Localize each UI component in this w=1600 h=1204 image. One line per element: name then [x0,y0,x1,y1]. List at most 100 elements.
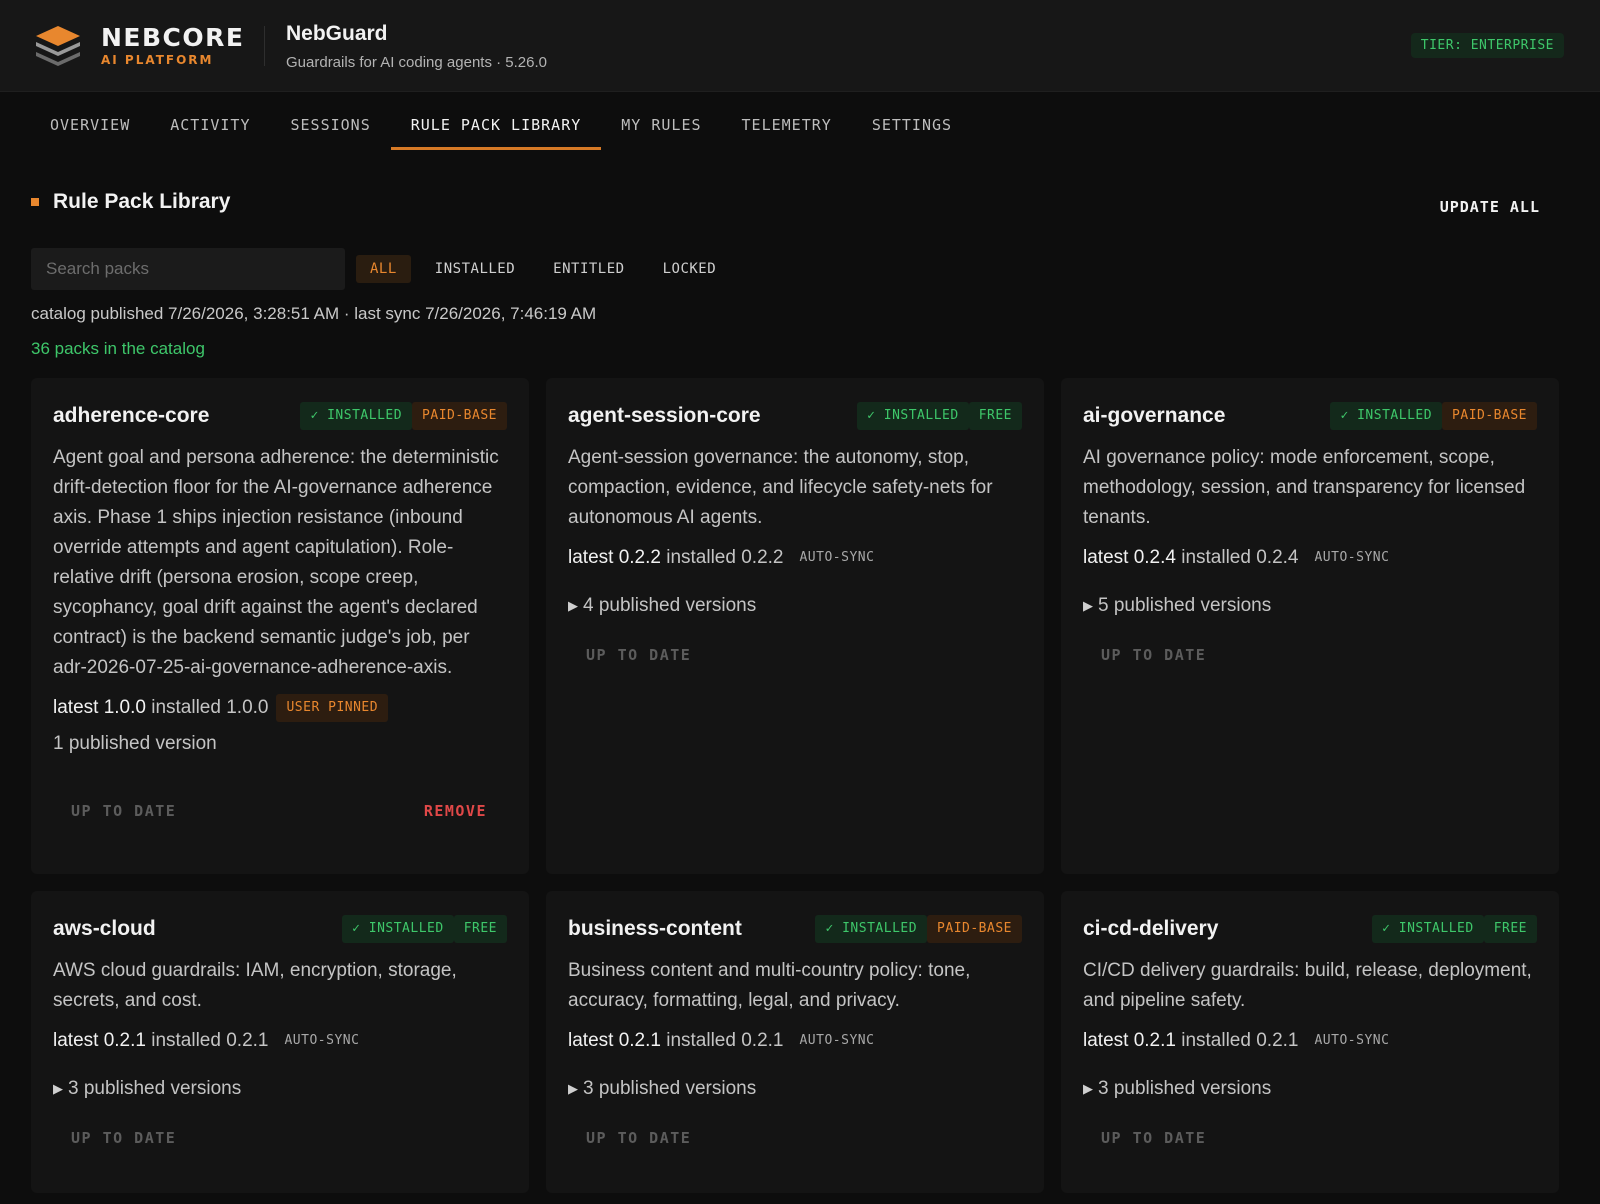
installed-version: installed 0.2.1 [151,1030,269,1051]
pack-card: ci-cd-delivery ✓ INSTALLED FREE CI/CD de… [1061,891,1559,1193]
remove-button[interactable]: REMOVE [424,802,487,820]
pack-description: Agent-session governance: the autonomy, … [568,447,993,528]
pack-card: agent-session-core ✓ INSTALLED FREE Agen… [546,378,1044,874]
up-to-date-button: UP TO DATE [71,1129,177,1147]
update-all-button[interactable]: UPDATE ALL [1440,198,1540,216]
up-to-date-button: UP TO DATE [1101,1129,1207,1147]
version-line: latest 1.0.0 installed 1.0.0 USER PINNED [53,693,507,723]
tab-activity[interactable]: ACTIVITY [150,92,270,150]
filter-locked[interactable]: LOCKED [649,255,731,283]
published-versions-toggle[interactable]: ▶ 3 published versions [53,1078,507,1100]
version-line: latest 0.2.2 installed 0.2.2 AUTO-SYNC [568,543,1022,573]
caret-right-icon: ▶ [1083,1081,1093,1096]
installed-version: installed 1.0.0 [151,697,269,718]
pack-card: adherence-core ✓ INSTALLED PAID-BASE Age… [31,378,529,874]
pack-description: Agent goal and persona adherence: the de… [53,447,499,678]
tab-telemetry[interactable]: TELEMETRY [722,92,852,150]
search-input[interactable] [31,248,345,290]
version-line: latest 0.2.1 installed 0.2.1 AUTO-SYNC [568,1026,1022,1056]
app-header: NEBCORE AI PLATFORM NebGuard Guardrails … [0,0,1600,92]
filter-all[interactable]: ALL [356,255,411,283]
latest-version: latest 0.2.1 [1083,1030,1176,1051]
app-title: NebGuard [286,22,388,45]
up-to-date-button: UP TO DATE [71,802,177,820]
tab-rule-pack-library[interactable]: RULE PACK LIBRARY [390,92,602,150]
latest-version: latest 0.2.2 [568,547,661,568]
pack-card: aws-cloud ✓ INSTALLED FREE AWS cloud gua… [31,891,529,1193]
tier-badge: FREE [453,915,507,943]
installed-badge: ✓ INSTALLED [342,915,454,943]
latest-version: latest 1.0.0 [53,697,146,718]
sync-mode: AUTO-SYNC [284,1033,360,1048]
pack-name: ci-cd-delivery [1083,917,1219,940]
filter-installed[interactable]: INSTALLED [421,255,529,283]
sync-mode: AUTO-SYNC [799,1033,875,1048]
tab-my-rules[interactable]: MY RULES [601,92,721,150]
sync-mode: AUTO-SYNC [1314,550,1390,565]
published-versions-label: 5 published versions [1098,595,1272,616]
published-versions-label: 1 published version [53,733,217,754]
catalog-meta: catalog published 7/26/2026, 3:28:51 AM … [31,304,597,323]
brand: NEBCORE AI PLATFORM [101,23,245,68]
brand-name: NEBCORE [101,23,245,52]
filter-chips: ALL INSTALLED ENTITLED LOCKED [356,255,730,283]
published-versions-toggle[interactable]: ▶ 3 published versions [1083,1078,1537,1100]
published-versions-label: 3 published versions [1098,1078,1272,1099]
pack-name: agent-session-core [568,404,761,427]
page-title: Rule Pack Library [53,190,231,213]
caret-right-icon: ▶ [1083,598,1093,613]
installed-badge: ✓ INSTALLED [857,402,969,430]
tier-badge: TIER: ENTERPRISE [1410,33,1564,58]
installed-badge: ✓ INSTALLED [815,915,928,943]
published-versions-toggle[interactable]: ▶ 5 published versions [1083,595,1537,617]
pack-card: business-content ✓ INSTALLED PAID-BASE B… [546,891,1044,1193]
main-tabs: OVERVIEW ACTIVITY SESSIONS RULE PACK LIB… [30,92,972,150]
sync-mode: AUTO-SYNC [1314,1033,1390,1048]
tab-sessions[interactable]: SESSIONS [271,92,391,150]
pack-description: Business content and multi-country polic… [568,960,971,1011]
caret-right-icon: ▶ [568,1081,578,1096]
packs-count: 36 packs in the catalog [31,339,205,358]
pinned-badge: USER PINNED [276,694,389,722]
published-versions-toggle[interactable]: ▶ 4 published versions [568,595,1022,617]
installed-version: installed 0.2.1 [1181,1030,1299,1051]
latest-version: latest 0.2.4 [1083,547,1176,568]
published-versions-label: 3 published versions [68,1078,242,1099]
brand-sub: AI PLATFORM [101,53,214,67]
pack-description: AWS cloud guardrails: IAM, encryption, s… [53,960,457,1011]
installed-version: installed 0.2.1 [666,1030,784,1051]
tier-badge: PAID-BASE [1442,402,1537,430]
pack-description: AI governance policy: mode enforcement, … [1083,447,1526,528]
installed-version: installed 0.2.4 [1181,547,1299,568]
published-versions: 1 published version [53,733,507,755]
stacked-layers-logo-icon [36,26,80,66]
latest-version: latest 0.2.1 [53,1030,146,1051]
tier-badge: PAID-BASE [412,402,507,430]
pack-name: aws-cloud [53,917,156,940]
caret-right-icon: ▶ [53,1081,63,1096]
installed-badge: ✓ INSTALLED [300,402,413,430]
filter-entitled[interactable]: ENTITLED [539,255,638,283]
version-line: latest 0.2.4 installed 0.2.4 AUTO-SYNC [1083,543,1537,573]
version-line: latest 0.2.1 installed 0.2.1 AUTO-SYNC [1083,1026,1537,1056]
caret-right-icon: ▶ [568,598,578,613]
tier-badge: FREE [1483,915,1537,943]
published-versions-label: 3 published versions [583,1078,757,1099]
pack-description: CI/CD delivery guardrails: build, releas… [1083,960,1532,1011]
sync-mode: AUTO-SYNC [799,550,875,565]
app-subtitle: Guardrails for AI coding agents · 5.26.0 [286,54,547,71]
pack-name: ai-governance [1083,404,1226,427]
tier-badge: FREE [968,402,1022,430]
tier-badge: PAID-BASE [927,915,1022,943]
tab-overview[interactable]: OVERVIEW [30,92,150,150]
published-versions-label: 4 published versions [583,595,757,616]
section-marker [31,198,39,206]
pack-card: ai-governance ✓ INSTALLED PAID-BASE AI g… [1061,378,1559,874]
published-versions-toggle[interactable]: ▶ 3 published versions [568,1078,1022,1100]
tab-settings[interactable]: SETTINGS [852,92,972,150]
installed-badge: ✓ INSTALLED [1330,402,1443,430]
installed-version: installed 0.2.2 [666,547,784,568]
latest-version: latest 0.2.1 [568,1030,661,1051]
up-to-date-button: UP TO DATE [586,1129,692,1147]
up-to-date-button: UP TO DATE [1101,646,1207,664]
